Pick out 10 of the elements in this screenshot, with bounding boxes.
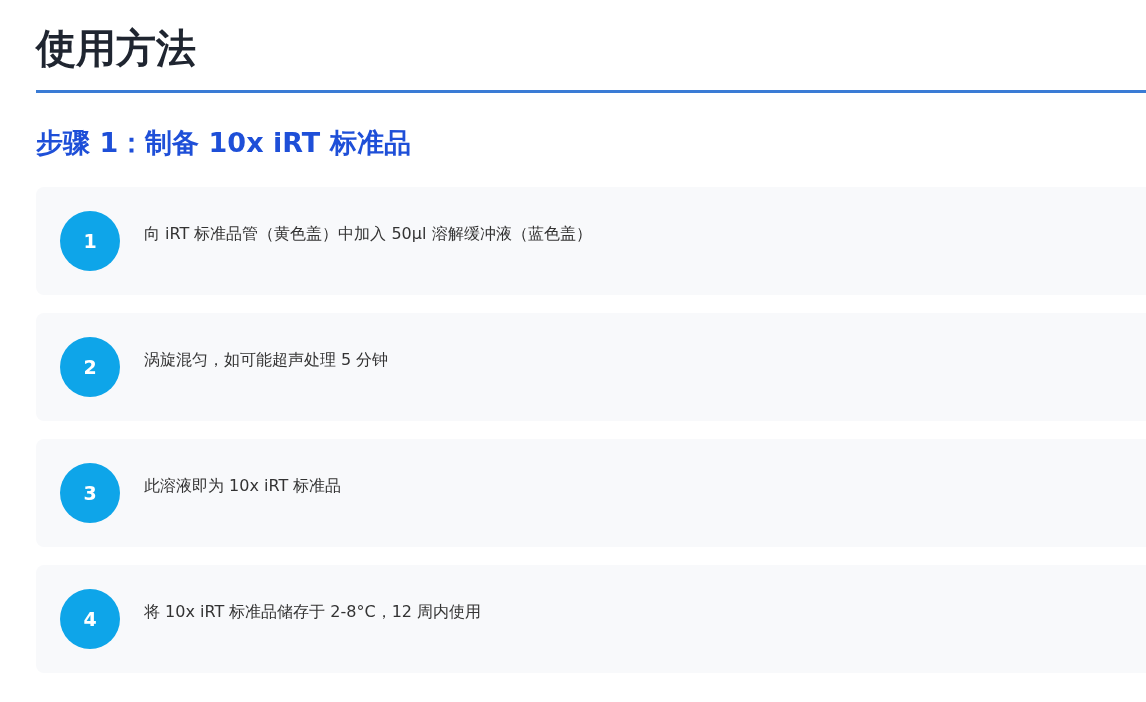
step-number: 2 <box>60 337 120 397</box>
step-text: 向 iRT 标准品管（黄色盖）中加入 50µl 溶解缓冲液（蓝色盖） <box>144 223 592 245</box>
step-number: 3 <box>60 463 120 523</box>
step-text: 此溶液即为 10x iRT 标准品 <box>144 475 342 497</box>
step-text: 将 10x iRT 标准品储存于 2-8°C，12 周内使用 <box>144 601 482 623</box>
step-number: 1 <box>60 211 120 271</box>
page-title: 使用方法 <box>36 24 197 73</box>
step-number: 4 <box>60 589 120 649</box>
section-heading: 步骤 1：制备 10x iRT 标准品 <box>36 126 412 160</box>
step-text: 涡旋混匀，如可能超声处理 5 分钟 <box>144 349 389 371</box>
